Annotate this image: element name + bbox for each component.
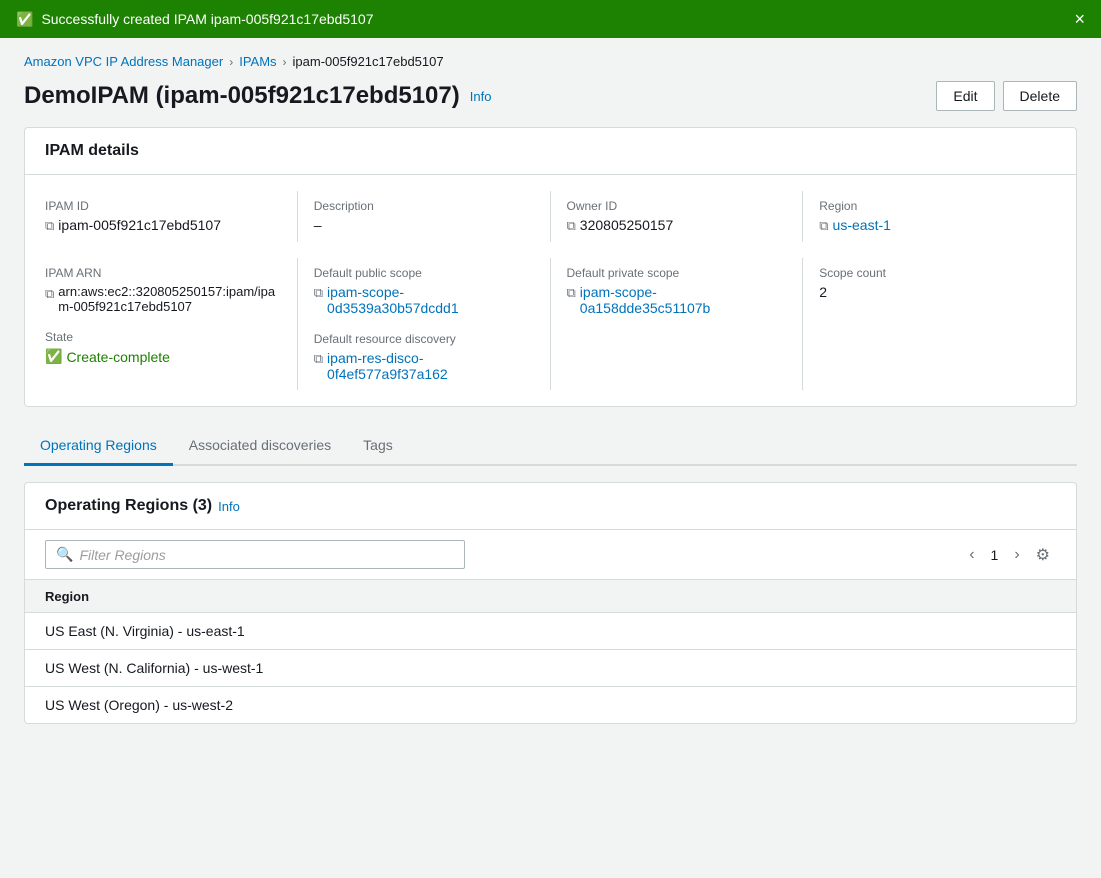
copy-resource-discovery-icon[interactable]: ⧉ xyxy=(314,351,323,367)
breadcrumb-current: ipam-005f921c17ebd5107 xyxy=(293,54,444,69)
table-row: US East (N. Virginia) - us-east-1 xyxy=(25,613,1076,650)
state-link[interactable]: Create-complete xyxy=(66,349,170,365)
region-value: ⧉ us-east-1 xyxy=(819,217,1040,234)
search-icon: 🔍 xyxy=(56,546,73,563)
ipam-id-text: ipam-005f921c17ebd5107 xyxy=(58,217,221,233)
ipam-id-col: IPAM ID ⧉ ipam-005f921c17ebd5107 xyxy=(45,191,298,242)
default-private-scope-value: ⧉ ipam-scope-0a158dde35c51107b xyxy=(567,284,787,316)
tabs: Operating Regions Associated discoveries… xyxy=(24,427,1077,466)
ipam-details-title: IPAM details xyxy=(45,142,1056,160)
owner-id-col: Owner ID ⧉ 320805250157 xyxy=(551,191,804,242)
main-content: Amazon VPC IP Address Manager › IPAMs › … xyxy=(0,38,1101,740)
breadcrumb-separator-2: › xyxy=(283,55,287,69)
scope-count-value: 2 xyxy=(819,284,1040,300)
page-title: DemoIPAM (ipam-005f921c17ebd5107) Info xyxy=(24,82,491,110)
default-private-scope-col: Default private scope ⧉ ipam-scope-0a158… xyxy=(551,258,804,390)
success-message: Successfully created IPAM ipam-005f921c1… xyxy=(41,11,373,27)
ipam-id-value: ⧉ ipam-005f921c17ebd5107 xyxy=(45,217,281,234)
search-input[interactable] xyxy=(79,547,454,563)
delete-button[interactable]: Delete xyxy=(1003,81,1077,111)
page-info-link[interactable]: Info xyxy=(470,89,492,104)
page-title-row: DemoIPAM (ipam-005f921c17ebd5107) Info E… xyxy=(24,81,1077,111)
breadcrumb-separator-1: › xyxy=(229,55,233,69)
operating-regions-info-link[interactable]: Info xyxy=(218,499,240,514)
copy-arn-icon[interactable]: ⧉ xyxy=(45,286,54,302)
region-column-header: Region xyxy=(45,589,89,604)
ipam-arn-col: IPAM ARN ⧉ arn:aws:ec2::320805250157:ipa… xyxy=(45,258,298,390)
default-public-scope-label: Default public scope xyxy=(314,266,534,280)
default-public-scope-value: ⧉ ipam-scope-0d3539a30b57dcdd1 xyxy=(314,284,534,316)
breadcrumb-link-vpc[interactable]: Amazon VPC IP Address Manager xyxy=(24,54,223,69)
ipam-details-card: IPAM details IPAM ID ⧉ ipam-005f921c17eb… xyxy=(24,127,1077,407)
regions-toolbar: 🔍 ‹ 1 › ⚙ xyxy=(25,530,1076,580)
description-value: – xyxy=(314,217,534,233)
default-private-scope-label: Default private scope xyxy=(567,266,787,280)
owner-id-label: Owner ID xyxy=(567,199,787,213)
copy-owner-id-icon[interactable]: ⧉ xyxy=(567,218,576,234)
tab-operating-regions[interactable]: Operating Regions xyxy=(24,427,173,466)
default-resource-discovery-link[interactable]: ipam-res-disco-0f4ef577a9f37a162 xyxy=(327,350,533,382)
table-header: Region xyxy=(25,580,1076,613)
success-banner: ✅ Successfully created IPAM ipam-005f921… xyxy=(0,0,1101,38)
ipam-details-header: IPAM details xyxy=(25,128,1076,175)
prev-page-button[interactable]: ‹ xyxy=(963,542,980,568)
state-label: State xyxy=(45,330,281,344)
ipam-details-body: IPAM ID ⧉ ipam-005f921c17ebd5107 Descrip… xyxy=(25,175,1076,406)
copy-public-scope-icon[interactable]: ⧉ xyxy=(314,285,323,301)
owner-id-text: 320805250157 xyxy=(580,217,673,233)
operating-regions-header: Operating Regions (3) (3) Info xyxy=(25,483,1076,530)
edit-button[interactable]: Edit xyxy=(936,81,994,111)
breadcrumb-link-ipams[interactable]: IPAMs xyxy=(239,54,276,69)
default-private-scope-link[interactable]: ipam-scope-0a158dde35c51107b xyxy=(580,284,786,316)
ipam-arn-text: arn:aws:ec2::320805250157:ipam/ipam-005f… xyxy=(58,284,280,314)
search-box[interactable]: 🔍 xyxy=(45,540,465,569)
region-col: Region ⧉ us-east-1 xyxy=(803,191,1056,242)
ipam-arn-label: IPAM ARN xyxy=(45,266,281,280)
table-row: US West (N. California) - us-west-1 xyxy=(25,650,1076,687)
page-title-text: DemoIPAM (ipam-005f921c17ebd5107) xyxy=(24,82,460,110)
tab-associated-discoveries[interactable]: Associated discoveries xyxy=(173,427,347,466)
scope-count-label: Scope count xyxy=(819,266,1040,280)
page-number: 1 xyxy=(985,547,1005,563)
table-row: US West (Oregon) - us-west-2 xyxy=(25,687,1076,723)
default-public-scope-col: Default public scope ⧉ ipam-scope-0d3539… xyxy=(298,258,551,390)
description-label: Description xyxy=(314,199,534,213)
operating-regions-title: Operating Regions (3) xyxy=(45,497,212,515)
region-label: Region xyxy=(819,199,1040,213)
ipam-id-label: IPAM ID xyxy=(45,199,281,213)
success-icon: ✅ xyxy=(16,11,33,28)
breadcrumb: Amazon VPC IP Address Manager › IPAMs › … xyxy=(24,54,1077,69)
banner-close-button[interactable]: × xyxy=(1074,10,1085,28)
state-value: ✅ Create-complete xyxy=(45,348,281,365)
scope-count-col: Scope count 2 xyxy=(803,258,1056,390)
title-actions: Edit Delete xyxy=(936,81,1077,111)
region-link[interactable]: us-east-1 xyxy=(833,217,891,233)
copy-private-scope-icon[interactable]: ⧉ xyxy=(567,285,576,301)
description-col: Description – xyxy=(298,191,551,242)
state-check-icon: ✅ xyxy=(45,348,62,365)
owner-id-value: ⧉ 320805250157 xyxy=(567,217,787,234)
default-public-scope-link[interactable]: ipam-scope-0d3539a30b57dcdd1 xyxy=(327,284,533,316)
default-resource-discovery-value: ⧉ ipam-res-disco-0f4ef577a9f37a162 xyxy=(314,350,534,382)
copy-region-icon[interactable]: ⧉ xyxy=(819,218,828,234)
next-page-button[interactable]: › xyxy=(1008,542,1025,568)
operating-regions-card: Operating Regions (3) (3) Info 🔍 ‹ 1 › ⚙… xyxy=(24,482,1077,724)
tab-tags[interactable]: Tags xyxy=(347,427,409,466)
copy-ipam-id-icon[interactable]: ⧉ xyxy=(45,218,54,234)
pagination: ‹ 1 › ⚙ xyxy=(963,541,1056,569)
table-settings-button[interactable]: ⚙ xyxy=(1030,541,1056,569)
default-resource-discovery-label: Default resource discovery xyxy=(314,332,534,346)
ipam-arn-value: ⧉ arn:aws:ec2::320805250157:ipam/ipam-00… xyxy=(45,284,281,314)
